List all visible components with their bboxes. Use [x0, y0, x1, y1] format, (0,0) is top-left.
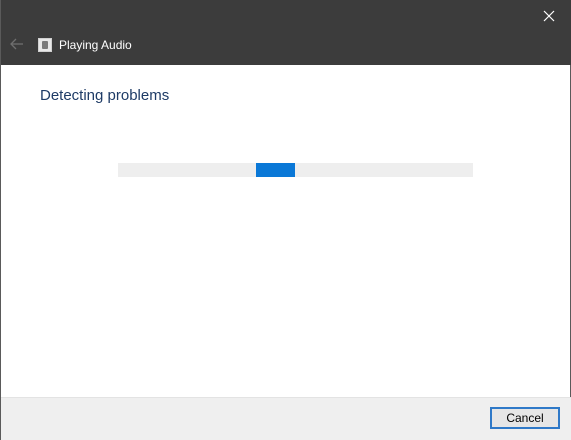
back-arrow-icon [10, 37, 24, 55]
close-button[interactable] [526, 0, 571, 32]
page-heading: Detecting problems [40, 87, 170, 104]
troubleshooter-icon [38, 38, 52, 52]
progress-indicator [256, 163, 295, 177]
close-icon [543, 10, 555, 22]
back-button[interactable] [7, 36, 27, 56]
cancel-button[interactable]: Cancel [490, 407, 560, 429]
window-title: Playing Audio [59, 38, 132, 52]
progress-bar [118, 163, 473, 177]
footer-bar [1, 397, 571, 440]
title-bar: Playing Audio [1, 0, 571, 65]
troubleshooter-window: Playing Audio Detecting problems Cancel [0, 0, 571, 440]
